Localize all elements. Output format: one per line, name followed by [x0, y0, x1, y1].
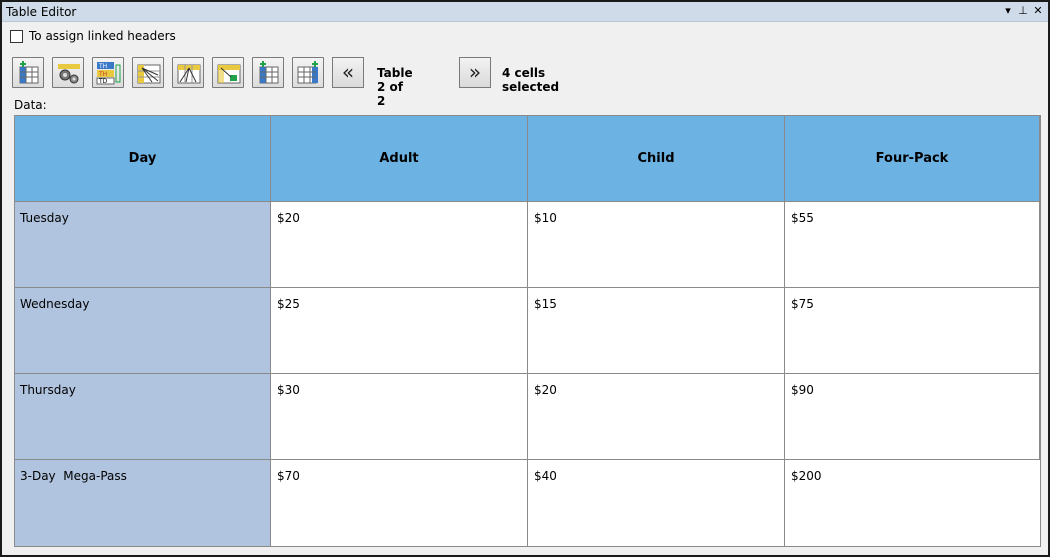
window-title: Table Editor	[6, 5, 77, 19]
svg-text:TH: TH	[98, 71, 107, 78]
add-table-button[interactable]	[12, 57, 44, 88]
link-column-headers-button[interactable]	[132, 57, 164, 88]
row-header[interactable]: 3-Day Mega-Pass	[15, 460, 271, 546]
svg-text:TH: TH	[98, 63, 107, 70]
table-cell[interactable]: $10	[528, 202, 785, 288]
column-header[interactable]: Four-Pack	[785, 116, 1040, 202]
data-table: Day Adult Child Four-Pack Tuesday $20 $1…	[14, 115, 1041, 547]
cell-link-icon	[217, 64, 241, 84]
table-cell[interactable]: $15	[528, 288, 785, 374]
column-header[interactable]: Child	[528, 116, 785, 202]
linked-headers-option[interactable]: To assign linked headers	[10, 28, 176, 44]
insert-column-button[interactable]	[252, 57, 284, 88]
row-header[interactable]: Wednesday	[15, 288, 271, 374]
table-cell[interactable]: $90	[785, 374, 1040, 460]
insert-row-button[interactable]	[292, 57, 324, 88]
header-cell-type-button[interactable]: TH TH TD	[92, 57, 124, 88]
table-counter: Table 2 of 2	[377, 66, 413, 108]
close-icon[interactable]: ✕	[1031, 4, 1045, 18]
column-header-link-icon	[137, 64, 161, 84]
linked-headers-checkbox[interactable]	[10, 29, 23, 43]
add-table-icon	[19, 61, 39, 84]
insert-row-icon	[297, 61, 318, 84]
column-header[interactable]: Day	[15, 116, 271, 202]
table-cell[interactable]: $20	[528, 374, 785, 460]
link-cell-button[interactable]	[212, 57, 244, 88]
data-label: Data:	[14, 98, 47, 112]
row-header[interactable]: Thursday	[15, 374, 271, 460]
th-td-icon: TH TH TD	[96, 62, 121, 85]
table-cell[interactable]: $55	[785, 202, 1040, 288]
linked-headers-label: To assign linked headers	[29, 29, 176, 43]
title-bar: Table Editor ▾ ⊥ ✕	[2, 2, 1048, 22]
svg-text:TD: TD	[98, 78, 108, 85]
table-cell[interactable]: $30	[271, 374, 528, 460]
link-row-headers-button[interactable]	[172, 57, 204, 88]
table-cell[interactable]: $25	[271, 288, 528, 374]
next-table-button[interactable]: »	[459, 57, 491, 88]
insert-column-icon	[259, 61, 279, 84]
dropdown-menu-icon[interactable]: ▾	[1001, 4, 1015, 18]
table-editor-window: Table Editor ▾ ⊥ ✕ To assign linked head…	[0, 0, 1050, 557]
gear-icon	[58, 64, 80, 84]
table-cell[interactable]: $75	[785, 288, 1040, 374]
pin-icon[interactable]: ⊥	[1016, 4, 1030, 18]
column-header[interactable]: Adult	[271, 116, 528, 202]
table-cell[interactable]: $20	[271, 202, 528, 288]
table-cell[interactable]: $200	[785, 460, 1040, 546]
table-settings-button[interactable]	[52, 57, 84, 88]
table-cell[interactable]: $40	[528, 460, 785, 546]
row-header[interactable]: Tuesday	[15, 202, 271, 288]
previous-table-button[interactable]: «	[332, 57, 364, 88]
row-header-link-icon	[177, 64, 201, 84]
table-cell[interactable]: $70	[271, 460, 528, 546]
selection-status: 4 cells selected	[502, 66, 560, 94]
